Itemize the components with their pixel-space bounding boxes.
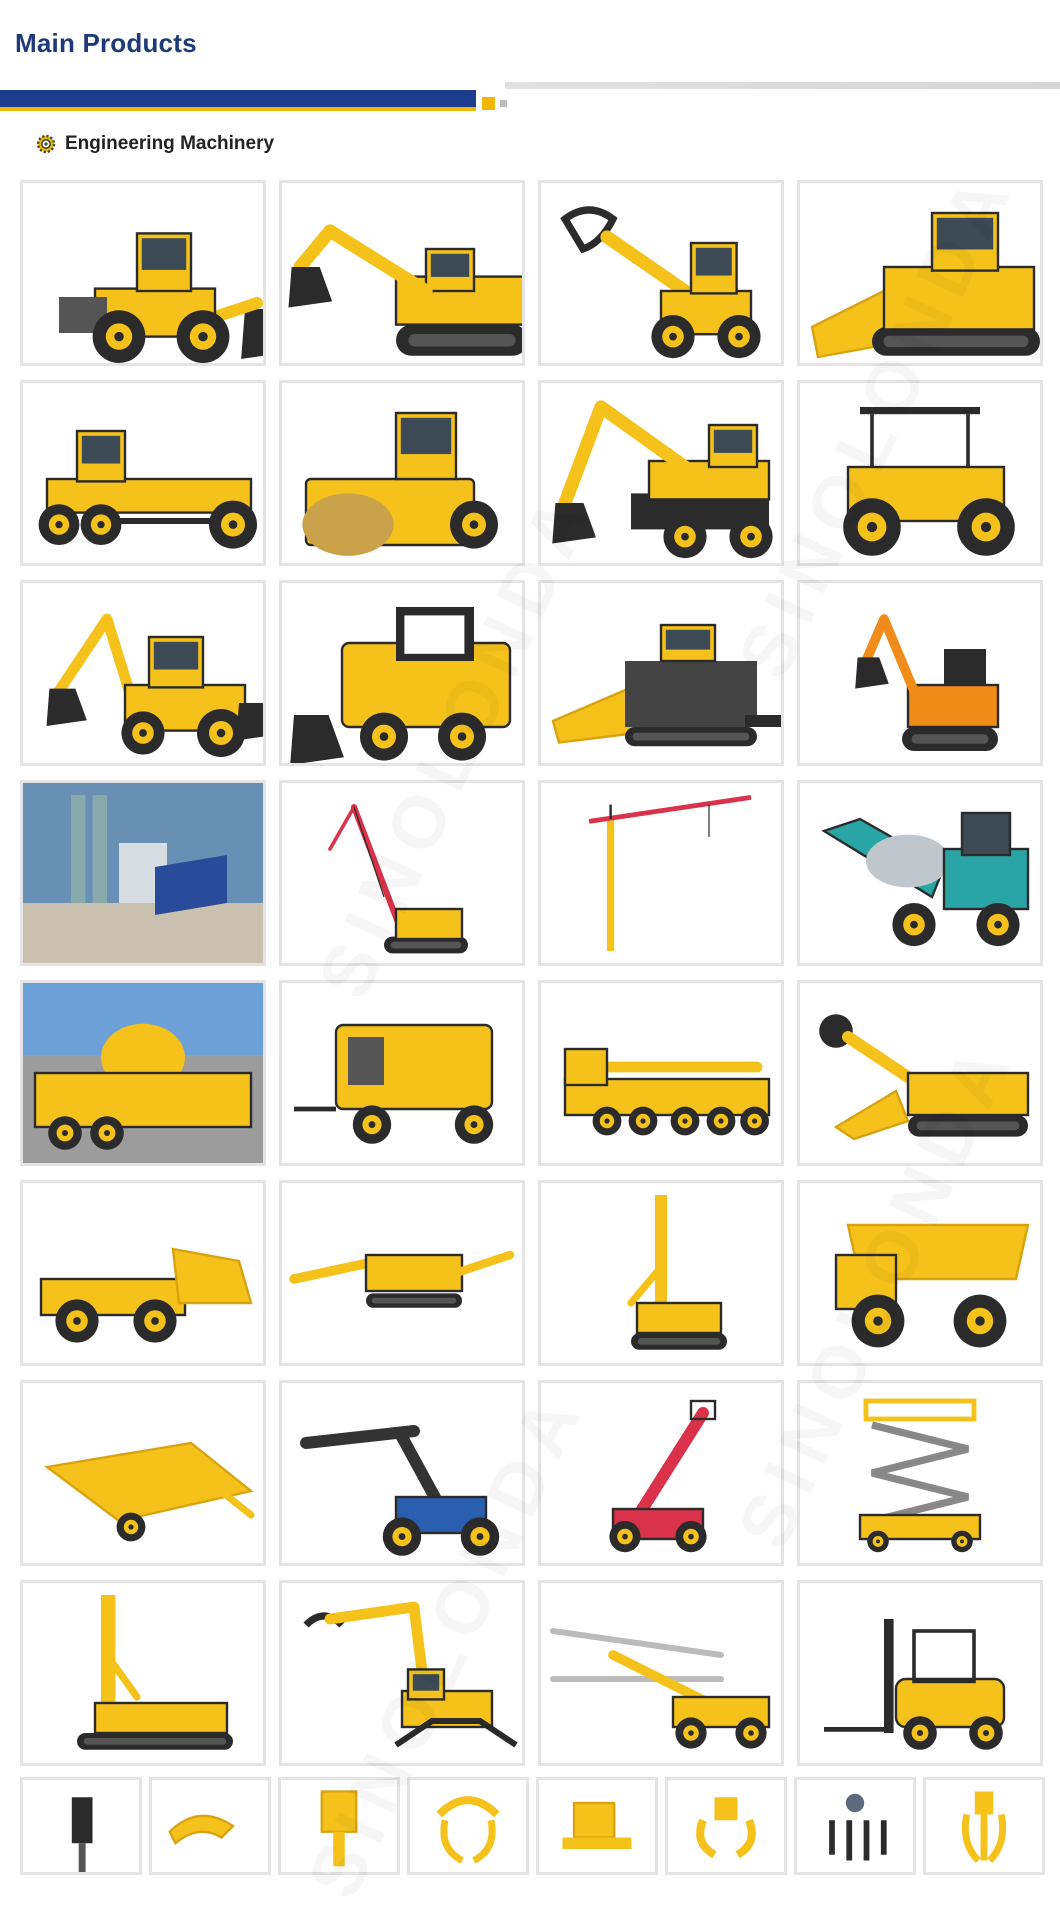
product-card-wheel-loader[interactable]: [20, 180, 266, 366]
product-card-bulldozer[interactable]: [797, 180, 1043, 366]
attachment-card-stone-grab[interactable]: [665, 1777, 787, 1875]
product-card-rotary-drilling-rig[interactable]: [538, 1180, 784, 1366]
wheel-excavator-image: [552, 400, 773, 559]
bulldozer-image: [810, 211, 1040, 359]
section-label: Engineering Machinery: [65, 133, 275, 154]
concrete-batching-plant-image: [23, 783, 263, 963]
self-loading-concrete-mixer-image: [821, 811, 1030, 947]
product-card-concrete-mixer-pump[interactable]: [20, 980, 266, 1166]
product-card-backhoe-loader[interactable]: [20, 580, 266, 766]
product-card-mining-dump-truck[interactable]: [797, 1180, 1043, 1366]
product-card-log-grapple-loader[interactable]: [538, 180, 784, 366]
mini-excavator-image: [855, 614, 1000, 751]
product-card-reach-stacker[interactable]: [279, 1380, 525, 1566]
log-grapple-image: [436, 1796, 500, 1864]
tower-crane-image: [588, 795, 752, 951]
trailer-concrete-pump-image: [294, 1023, 494, 1144]
truck-crane-image: [563, 1047, 771, 1136]
water-well-drilling-rig-image: [77, 1595, 233, 1750]
product-card-tower-crane[interactable]: [538, 780, 784, 966]
scissor-lift-image: [858, 1398, 982, 1553]
attachment-card-orange-peel-grab[interactable]: [923, 1777, 1045, 1875]
attachment-card-vibro-ripper[interactable]: [278, 1777, 400, 1875]
underground-loader-image: [39, 1247, 253, 1343]
product-card-underground-loader[interactable]: [20, 1180, 266, 1366]
title-underline-blue: [0, 90, 476, 107]
title-accent-square: [482, 97, 495, 110]
roadheader-image: [819, 1014, 1030, 1141]
wheel-loader-image: [59, 232, 263, 363]
attachment-card-plate-compactor[interactable]: [536, 1777, 658, 1875]
reach-stacker-image: [300, 1425, 500, 1556]
product-card-mobile-crusher[interactable]: [279, 1180, 525, 1366]
product-card-material-handler[interactable]: [279, 1580, 525, 1766]
product-card-mini-excavator[interactable]: [797, 580, 1043, 766]
product-card-road-roller[interactable]: [279, 380, 525, 566]
telescopic-handler-image: [609, 1399, 717, 1553]
demolition-shear-image: [168, 1814, 235, 1846]
attachment-card-hydraulic-breaker[interactable]: [20, 1777, 142, 1875]
page-title: Main Products: [15, 28, 197, 58]
product-card-asphalt-paver[interactable]: [538, 580, 784, 766]
mobile-crusher-image: [289, 1250, 515, 1308]
product-card-truck-crane[interactable]: [538, 980, 784, 1166]
product-card-motor-grader[interactable]: [20, 380, 266, 566]
product-card-scissor-lift[interactable]: [797, 1380, 1043, 1566]
vibro-ripper-image: [320, 1790, 358, 1867]
attachment-card-demolition-shear[interactable]: [149, 1777, 271, 1875]
motor-grader-image: [38, 429, 257, 549]
orange-peel-grab-image: [961, 1791, 1007, 1863]
title-rule-grey: [505, 82, 1060, 89]
attachment-card-log-grapple[interactable]: [407, 1777, 529, 1875]
product-card-water-well-drilling-rig[interactable]: [20, 1580, 266, 1766]
attachment-card-rotating-grapple[interactable]: [794, 1777, 916, 1875]
product-card-concrete-batching-plant[interactable]: [20, 780, 266, 966]
rotary-drilling-rig-image: [627, 1195, 727, 1350]
stone-grab-image: [696, 1797, 756, 1859]
product-card-double-drum-roller[interactable]: [797, 380, 1043, 566]
forklift-image: [824, 1619, 1006, 1750]
mining-dump-truck-image: [834, 1223, 1030, 1348]
drilling-jumbo-image: [550, 1628, 771, 1749]
mobile-screening-plant-image: [44, 1441, 255, 1542]
concrete-mixer-pump-image: [23, 983, 263, 1163]
backhoe-loader-image: [46, 613, 263, 757]
material-handler-image: [303, 1601, 518, 1748]
road-roller-image: [302, 411, 498, 556]
product-card-telescopic-handler[interactable]: [538, 1380, 784, 1566]
product-card-self-loading-concrete-mixer[interactable]: [797, 780, 1043, 966]
product-card-drilling-jumbo[interactable]: [538, 1580, 784, 1766]
skid-steer-loader-image: [290, 607, 512, 763]
product-card-forklift[interactable]: [797, 1580, 1043, 1766]
product-card-mobile-screening-plant[interactable]: [20, 1380, 266, 1566]
crawler-excavator-image: [288, 224, 522, 356]
product-card-roadheader[interactable]: [797, 980, 1043, 1166]
product-card-crawler-crane[interactable]: [279, 780, 525, 966]
section-heading: Engineering Machinery: [36, 133, 274, 155]
rotating-grapple-image: [829, 1793, 887, 1861]
main-products-page: Main Products Engineering Machinery SINO…: [0, 0, 1060, 1880]
log-grapple-loader-image: [560, 206, 761, 359]
product-card-skid-steer-loader[interactable]: [279, 580, 525, 766]
asphalt-paver-image: [551, 623, 781, 747]
gear-icon: [36, 134, 56, 154]
product-card-crawler-excavator[interactable]: [279, 180, 525, 366]
hydraulic-breaker-image: [71, 1797, 93, 1872]
double-drum-roller-image: [843, 407, 1015, 556]
plate-compactor-image: [562, 1801, 632, 1849]
title-accent-dot: [500, 100, 507, 107]
title-underline-yellow: [0, 107, 476, 111]
product-card-trailer-concrete-pump[interactable]: [279, 980, 525, 1166]
crawler-crane-image: [328, 804, 468, 954]
product-card-wheel-excavator[interactable]: [538, 380, 784, 566]
